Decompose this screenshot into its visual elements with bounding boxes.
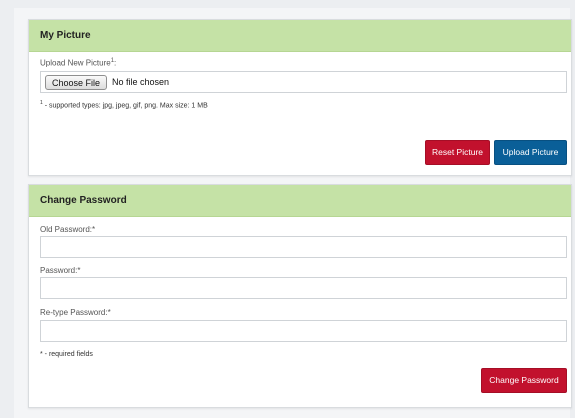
page-background: My Picture Upload New Picture1: Choose F… <box>14 8 572 418</box>
password-label: Password:* <box>40 266 81 275</box>
choose-file-button[interactable]: Choose File <box>45 75 108 90</box>
upload-picture-label: Upload New Picture1: <box>40 58 116 68</box>
supported-types-note: 1 - supported types: jpg, jpeg, gif, png… <box>40 100 208 109</box>
retype-password-label: Re-type Password:* <box>40 308 111 317</box>
file-upload-field: Choose File No file chosen <box>40 71 567 93</box>
reset-picture-button[interactable]: Reset Picture <box>425 140 490 165</box>
upload-label-colon: : <box>114 58 117 68</box>
supported-types-text: - supported types: jpg, jpeg, gif, png. … <box>42 102 208 110</box>
change-password-panel: Change Password Old Password:* Password:… <box>28 184 572 408</box>
retype-password-input[interactable] <box>40 320 567 342</box>
password-input[interactable] <box>40 277 567 299</box>
change-password-button[interactable]: Change Password <box>481 368 567 393</box>
required-fields-note: * - required fields <box>40 351 93 358</box>
my-picture-panel: My Picture Upload New Picture1: Choose F… <box>28 19 572 176</box>
upload-picture-button[interactable]: Upload Picture <box>494 140 567 165</box>
file-status-text: No file chosen <box>112 77 170 87</box>
old-password-label: Old Password:* <box>40 225 96 234</box>
change-password-header: Change Password <box>29 185 571 217</box>
old-password-input[interactable] <box>40 236 567 258</box>
my-picture-header: My Picture <box>29 20 571 52</box>
upload-picture-label-text: Upload New Picture <box>40 58 111 68</box>
